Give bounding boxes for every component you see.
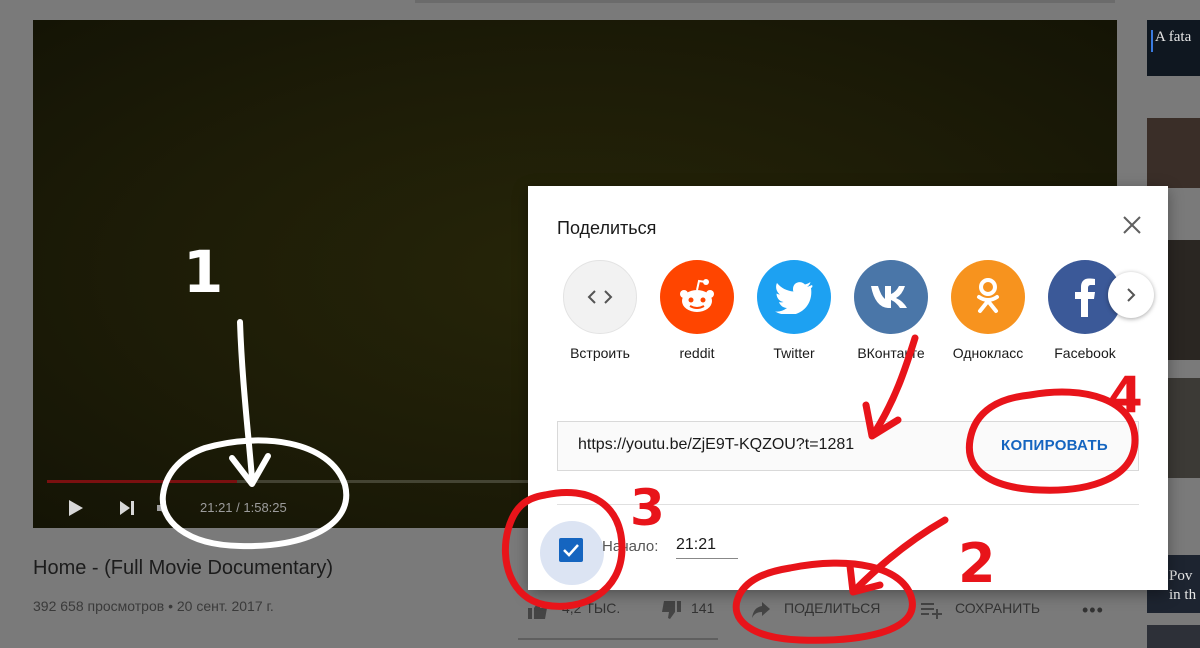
- close-icon: [1123, 216, 1141, 234]
- add-to-playlist-icon[interactable]: [920, 600, 942, 619]
- share-target-label: reddit: [679, 345, 715, 361]
- share-target-reddit[interactable]: reddit: [649, 260, 745, 370]
- share-target-label: ВКонтакте: [857, 345, 925, 361]
- odnoklassniki-icon: [951, 260, 1025, 334]
- top-divider: [415, 0, 1115, 3]
- reddit-icon: [660, 260, 734, 334]
- share-target-odnoklassniki[interactable]: Однокласс: [940, 260, 1036, 370]
- dislike-icon[interactable]: [660, 600, 681, 619]
- share-target-label: Twitter: [773, 345, 815, 361]
- copy-button[interactable]: КОПИРОВАТЬ: [1001, 437, 1108, 454]
- progress-fill: [47, 480, 238, 483]
- share-target-twitter[interactable]: Twitter: [746, 260, 842, 370]
- start-at-label: Начало:: [602, 538, 659, 555]
- dialog-title: Поделиться: [557, 218, 657, 238]
- sidebar-thumbnail[interactable]: [1147, 625, 1200, 648]
- embed-icon: [563, 260, 637, 334]
- play-icon: [69, 500, 83, 516]
- start-time-input[interactable]: 21:21: [676, 536, 738, 559]
- share-target-vk[interactable]: ВКонтакте: [843, 260, 939, 370]
- share-url-field[interactable]: https://youtu.be/ZjE9T-KQZOU?t=1281 КОПИ…: [557, 421, 1139, 471]
- share-dialog: Поделиться Встроить reddit Twitter ВКонт…: [528, 186, 1168, 590]
- volume-button[interactable]: [155, 498, 175, 518]
- share-url-text: https://youtu.be/ZjE9T-KQZOU?t=1281: [578, 436, 855, 453]
- skip-next-icon: [120, 501, 134, 515]
- sentiment-bar: [518, 638, 718, 640]
- share-icon[interactable]: [750, 600, 770, 618]
- share-target-embed[interactable]: Встроить: [552, 260, 648, 370]
- share-button[interactable]: ПОДЕЛИТЬСЯ: [784, 600, 880, 616]
- chevron-right-icon: [1127, 288, 1136, 302]
- like-count[interactable]: 4,2 ТЫС.: [562, 600, 620, 616]
- more-options-button[interactable]: •••: [1082, 600, 1104, 621]
- time-display: 21:21 / 1:58:25: [200, 500, 287, 515]
- next-targets-button[interactable]: [1108, 272, 1154, 318]
- next-button[interactable]: [117, 498, 137, 518]
- twitter-icon: [757, 260, 831, 334]
- video-meta: 392 658 просмотров • 20 сент. 2017 г.: [33, 598, 274, 614]
- close-button[interactable]: [1121, 214, 1143, 236]
- sidebar-thumbnail[interactable]: A fata: [1147, 20, 1200, 76]
- sidebar-thumbnail-text: A fata: [1155, 29, 1192, 45]
- divider: [557, 504, 1139, 505]
- share-target-label: Встроить: [570, 345, 630, 361]
- checkmark-icon: [563, 544, 579, 557]
- video-title: Home - (Full Movie Documentary): [33, 557, 334, 579]
- dislike-count[interactable]: 141: [691, 600, 714, 616]
- sidebar-thumbnail-text: Pov in th: [1169, 568, 1197, 603]
- play-button[interactable]: [65, 498, 85, 518]
- like-icon[interactable]: [527, 600, 547, 619]
- volume-icon: [157, 501, 166, 515]
- start-at-checkbox[interactable]: [559, 538, 583, 562]
- share-target-label: Однокласс: [952, 345, 1024, 361]
- share-target-label: Facebook: [1054, 345, 1116, 361]
- vk-icon: [854, 260, 928, 334]
- sidebar-thumbnail[interactable]: [1147, 118, 1200, 188]
- save-button[interactable]: СОХРАНИТЬ: [955, 600, 1040, 616]
